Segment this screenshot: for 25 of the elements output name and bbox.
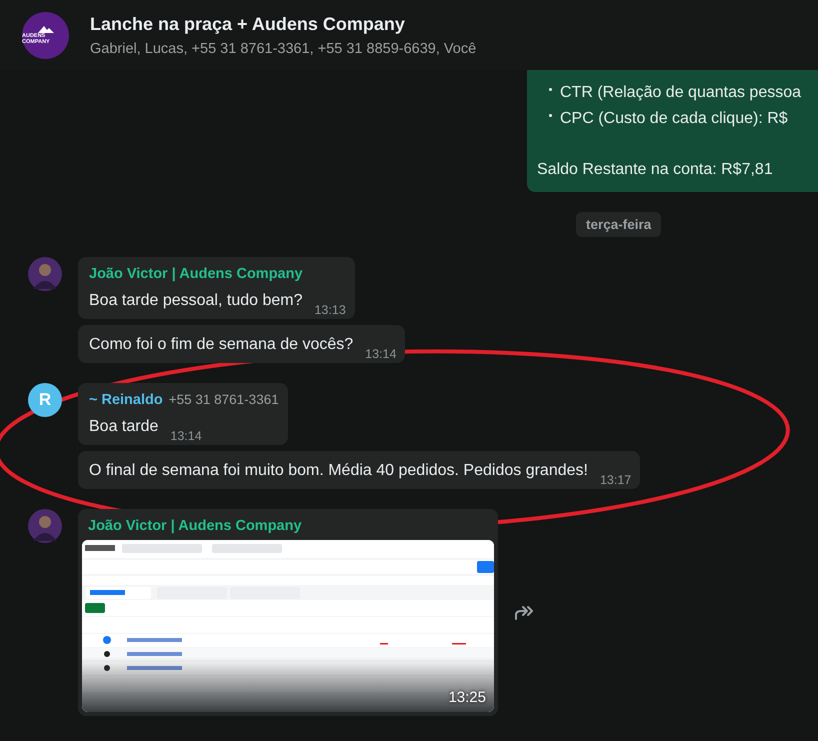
sender-name[interactable]: João Victor | Audens Company xyxy=(89,266,303,282)
message-text: Saldo Restante na conta: R$7,81 xyxy=(537,161,774,179)
list-item: CPC (Custo de cada clique): R$ xyxy=(560,109,788,129)
chat-title: Lanche na praça + Audens Company xyxy=(90,14,406,34)
list-item: CTR (Relação de quantas pessoa xyxy=(560,83,802,103)
message-time: 13:17 xyxy=(600,473,632,487)
participant-list: Gabriel, Lucas, +55 31 8761-3361, +55 31 8859-6639, Você xyxy=(90,40,476,56)
avatar-photo[interactable] xyxy=(28,257,62,291)
avatar-photo[interactable] xyxy=(28,509,62,543)
forward-icon[interactable] xyxy=(514,604,536,620)
sender-phone: +55 31 8761-3361 xyxy=(168,392,279,407)
sender-name[interactable]: João Victor | Audens Company xyxy=(88,518,302,534)
message-time: 13:25 xyxy=(448,689,486,706)
date-chip: terça-feira xyxy=(576,212,662,237)
screenshot-thumbnail[interactable] xyxy=(82,540,494,712)
sender-name[interactable]: ~ Reinaldo xyxy=(89,392,163,408)
message-text: O final de semana foi muito bom. Média 40 pedidos. Pedidos grandes! xyxy=(89,461,588,481)
bullet-icon xyxy=(549,88,552,91)
message-text: Como foi o fim de semana de vocês? xyxy=(89,335,354,355)
message-time: 13:14 xyxy=(170,429,202,443)
message-time: 13:13 xyxy=(314,303,346,317)
bullet-icon xyxy=(549,114,552,117)
message-text: Boa tarde xyxy=(89,417,158,437)
message-time: 13:14 xyxy=(365,347,396,361)
message-text: Boa tarde pessoal, tudo bem? xyxy=(89,291,302,311)
